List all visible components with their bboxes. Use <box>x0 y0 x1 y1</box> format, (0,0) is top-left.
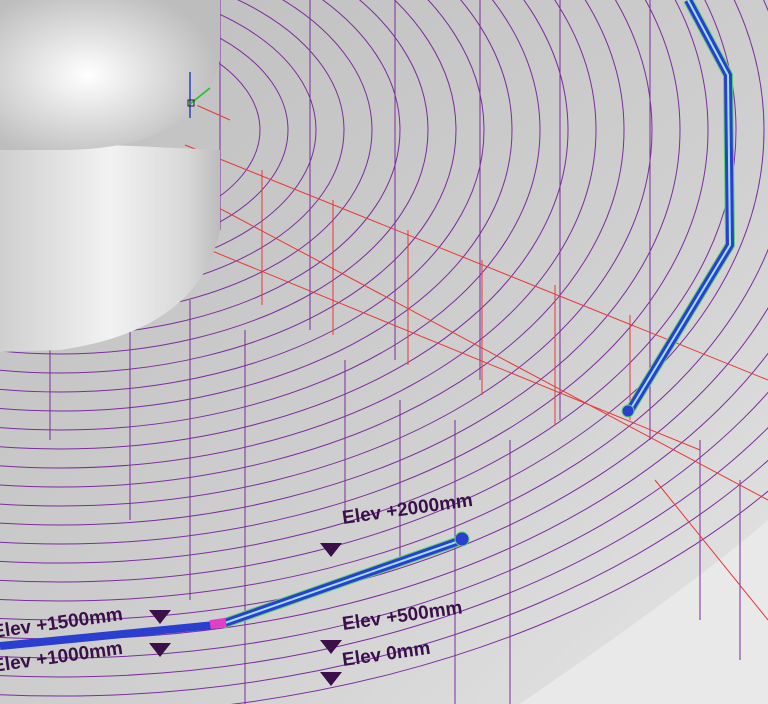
pipe-end-fitting[interactable] <box>621 404 635 418</box>
pipe-end-fitting[interactable] <box>454 531 470 547</box>
3d-viewport[interactable]: Elev +2000mm Elev +1500mm Elev +1000mm E… <box>0 0 768 704</box>
scene <box>0 0 768 704</box>
